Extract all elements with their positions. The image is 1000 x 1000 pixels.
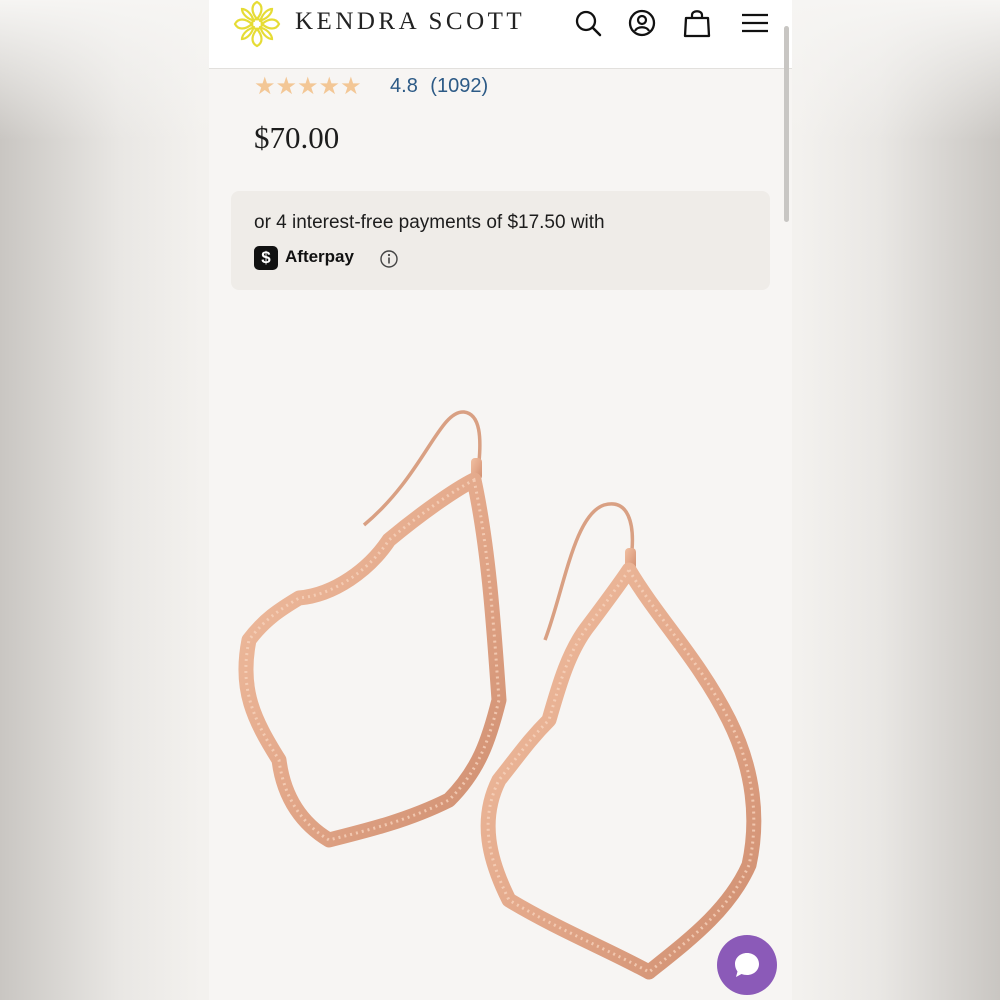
kendra-scott-logo-icon[interactable] (233, 0, 281, 48)
brand-name[interactable]: KENDRA SCOTT (295, 8, 525, 36)
product-price: $70.00 (254, 120, 340, 155)
scrollbar[interactable] (784, 26, 789, 222)
chat-button[interactable] (717, 935, 777, 995)
rating-row[interactable]: ★★★★★ 4.8 (1092) (254, 72, 488, 102)
chat-bubble-icon (735, 953, 759, 977)
afterpay-brand-name: Afterpay (285, 247, 354, 266)
site-header: KENDRA SCOTT (209, 0, 792, 69)
account-icon[interactable] (627, 8, 657, 38)
menu-icon[interactable] (740, 8, 770, 38)
review-count-link[interactable]: (1092) (430, 75, 488, 98)
search-icon[interactable] (573, 8, 603, 38)
afterpay-banner: or 4 interest-free payments of $17.50 wi… (231, 191, 770, 290)
star-rating-icon: ★★★★★ (254, 73, 362, 100)
product-image-earrings[interactable] (209, 300, 792, 1000)
mobile-page: KENDRA SCOTT ★★★★★ 4.8 (1092) $70.00 or … (209, 0, 792, 1000)
afterpay-text: or 4 interest-free payments of $17.50 wi… (254, 212, 605, 233)
afterpay-logo-icon: $ (254, 246, 278, 270)
rating-value[interactable]: 4.8 (390, 75, 418, 98)
shopping-bag-icon[interactable] (682, 8, 712, 38)
info-icon[interactable] (379, 249, 399, 269)
